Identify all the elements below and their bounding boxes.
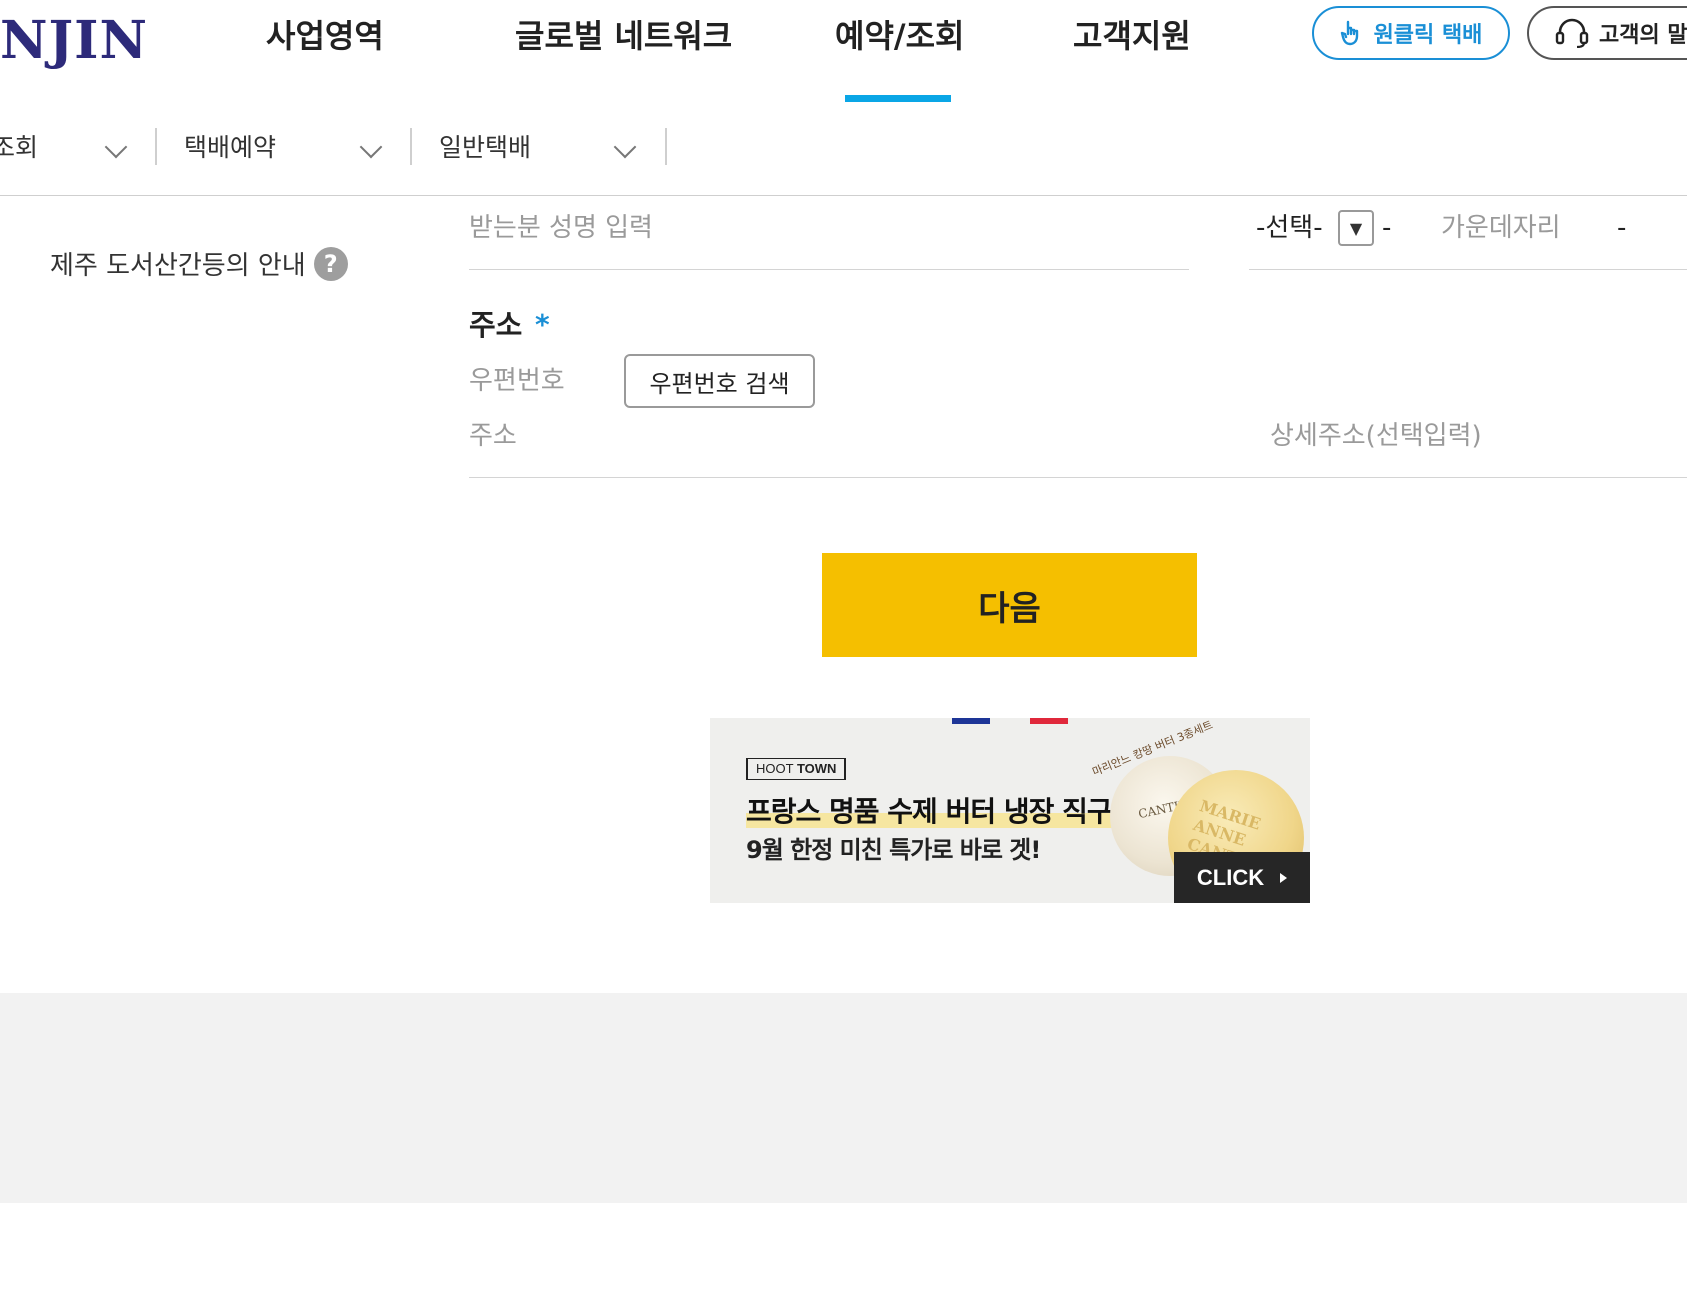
phone-separator: -	[1382, 213, 1392, 243]
zipcode-search-button[interactable]: 우편번호 검색	[624, 354, 815, 408]
phone-input-underline	[1249, 269, 1687, 270]
ad-subline: 9월 한정 미친 특가로 바로 겟!	[746, 836, 1041, 864]
brand-suffix: TOWN	[796, 761, 837, 776]
active-nav-indicator	[845, 95, 951, 102]
required-mark: *	[535, 308, 550, 341]
jeju-remote-area-notice[interactable]: 제주 도서산간등의 안내 ?	[50, 245, 348, 282]
select-arrow-icon[interactable]: ▼	[1338, 210, 1374, 246]
nav-global-network[interactable]: 글로벌 네트워크	[515, 12, 732, 60]
phone-separator: -	[1617, 213, 1627, 243]
oneclick-delivery-button[interactable]: 원클릭 택배	[1312, 6, 1510, 60]
name-input-underline	[469, 269, 1189, 270]
footer-band	[0, 993, 1687, 1203]
customer-voice-label: 고객의 말	[1599, 23, 1687, 48]
play-arrow-icon	[1280, 872, 1288, 883]
subnav-bottom-border	[0, 195, 1687, 196]
nav-business[interactable]: 사업영역	[266, 12, 384, 60]
ad-click-button[interactable]: CLICK	[1174, 852, 1310, 903]
phone-prefix-select[interactable]: -선택-	[1256, 210, 1323, 246]
headset-icon	[1555, 18, 1589, 48]
ad-banner[interactable]: HOOT TOWN 프랑스 명품 수제 버터 냉장 직구 9월 한정 미친 특가…	[710, 718, 1310, 903]
chevron-down-icon[interactable]	[613, 135, 637, 159]
brand-prefix: HOOT	[756, 761, 794, 776]
address-underline	[469, 477, 1687, 478]
breadcrumb-reservation[interactable]: 택배예약	[184, 130, 276, 166]
address-input[interactable]: 주소	[469, 418, 517, 454]
next-button[interactable]: 다음	[822, 553, 1197, 657]
oneclick-label: 원클릭 택배	[1373, 23, 1483, 48]
zipcode-label: 우편번호	[469, 366, 565, 396]
detail-address-input[interactable]: 상세주소(선택입력)	[1270, 418, 1482, 454]
customer-voice-button[interactable]: 고객의 말	[1527, 6, 1687, 60]
breadcrumb-divider	[665, 128, 667, 165]
breadcrumb-general-delivery[interactable]: 일반택배	[439, 130, 531, 166]
help-icon[interactable]: ?	[313, 246, 348, 281]
flag-stripe-blue	[952, 718, 990, 724]
nav-reservation[interactable]: 예약/조회	[835, 12, 964, 60]
nav-support[interactable]: 고객지원	[1073, 12, 1191, 60]
jeju-notice-text: 제주 도서산간등의 안내	[50, 251, 306, 281]
flag-stripe-red	[1030, 718, 1068, 724]
breadcrumb-divider	[410, 128, 412, 165]
site-logo[interactable]: NJIN	[0, 6, 148, 76]
address-label: 주소	[469, 308, 523, 342]
ad-headline: 프랑스 명품 수제 버터 냉장 직구	[746, 795, 1113, 828]
chevron-down-icon[interactable]	[104, 135, 128, 159]
hand-pointer-icon	[1340, 20, 1358, 46]
recipient-name-input[interactable]: 받는분 성명 입력	[469, 210, 653, 246]
phone-middle-input[interactable]: 가운데자리	[1441, 210, 1561, 246]
breadcrumb-lookup[interactable]: 조회	[0, 130, 38, 166]
breadcrumb-divider	[155, 128, 157, 165]
ad-brand-tag: HOOT TOWN	[746, 758, 847, 780]
chevron-down-icon[interactable]	[359, 135, 383, 159]
click-label: CLICK	[1196, 864, 1265, 890]
